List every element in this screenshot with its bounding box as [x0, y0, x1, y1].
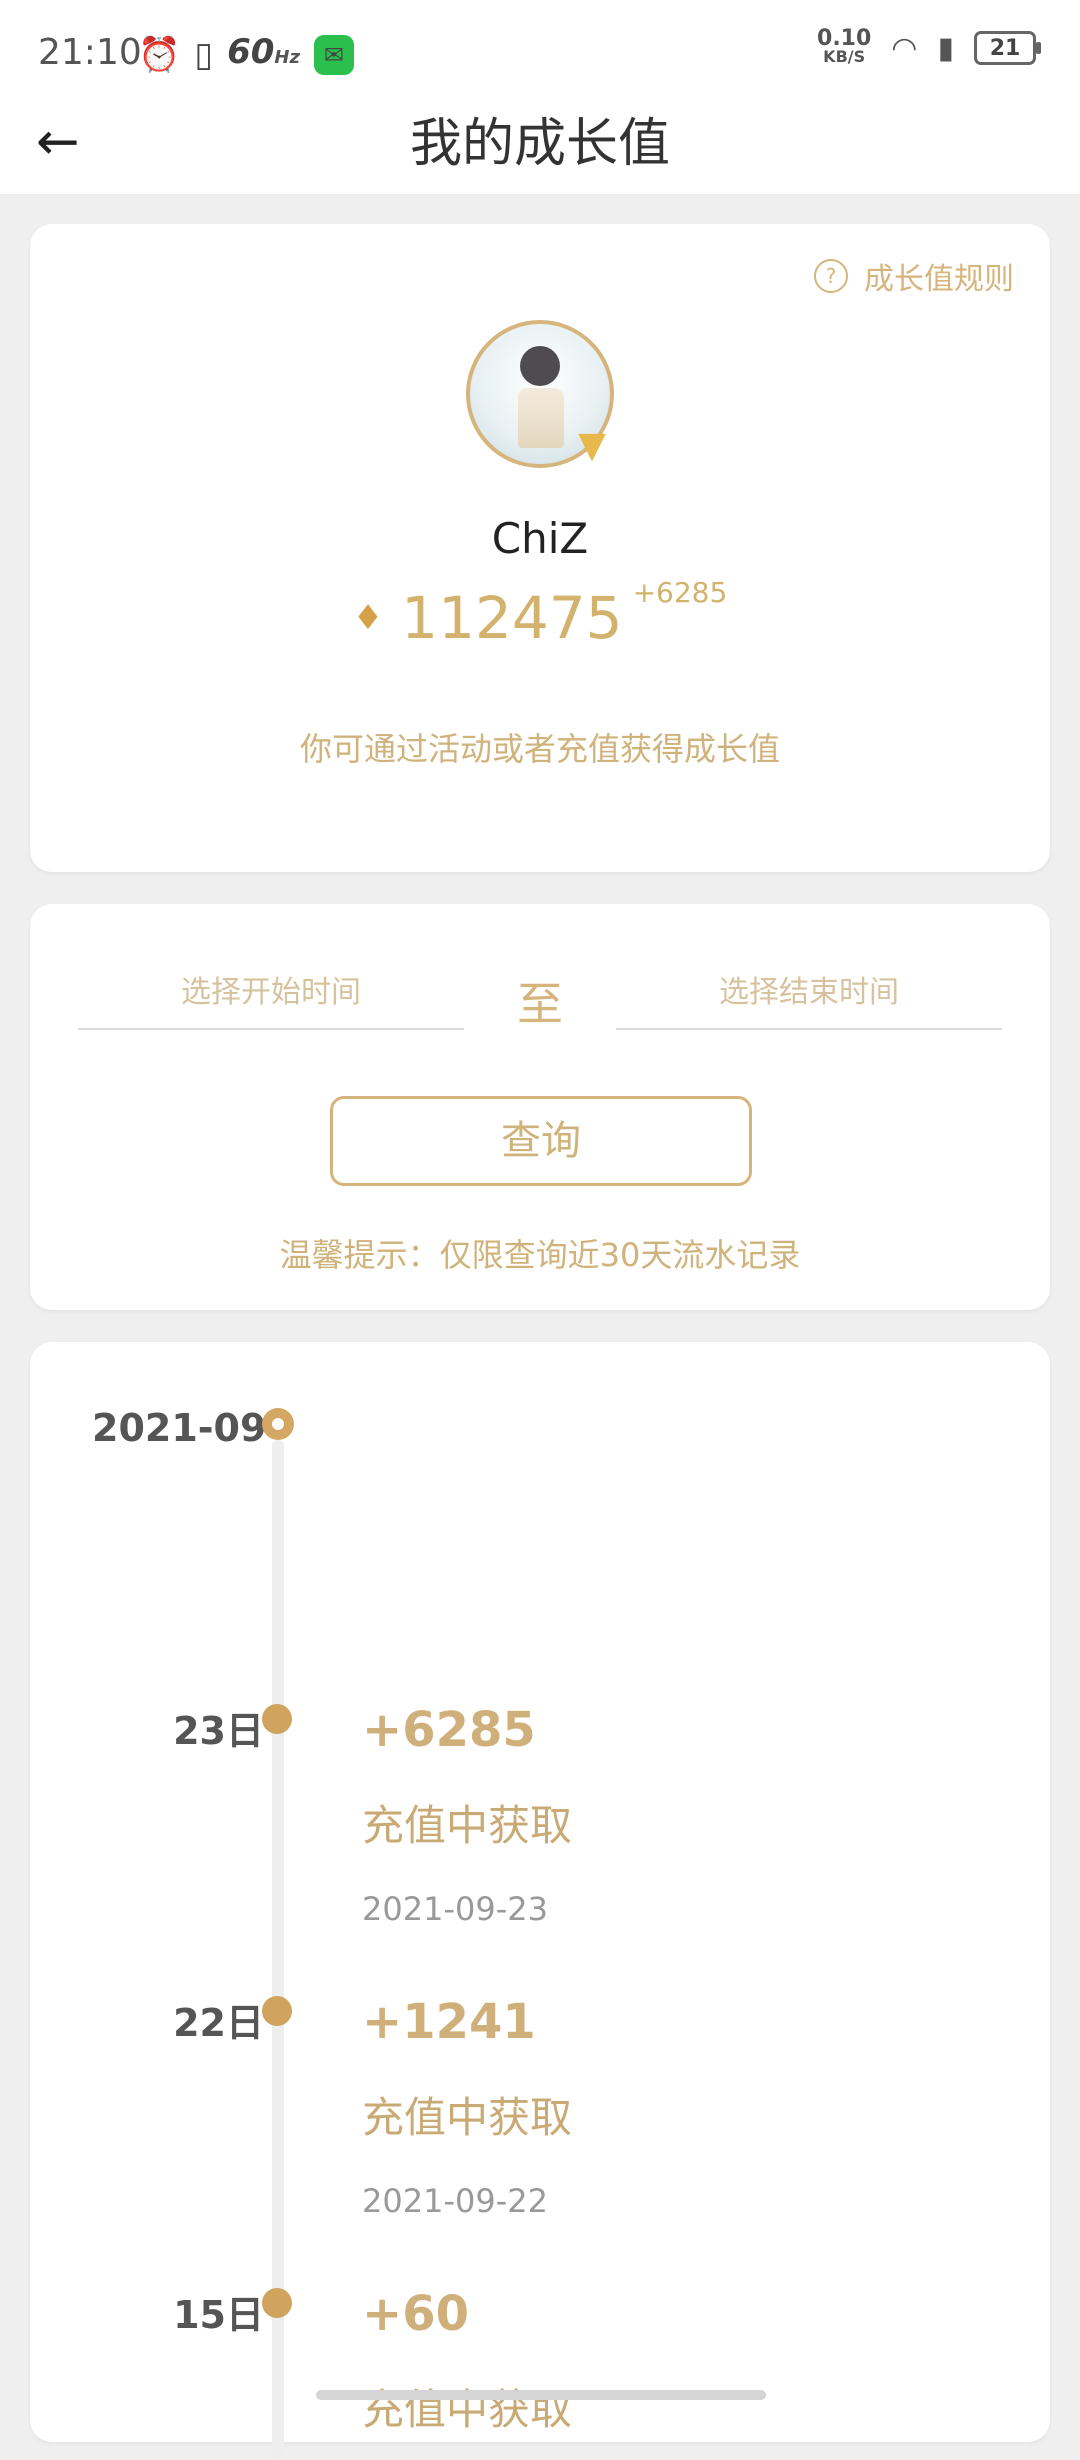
entry-source: 充值中获取: [362, 1801, 573, 1850]
status-icons-right: 0.10 KB/S ◠ ▮ 21: [817, 26, 1041, 66]
wechat-icon: ✉: [313, 35, 354, 75]
growth-hint: 你可通过活动或者充值获得成长值: [299, 730, 780, 768]
status-time: 21:10: [38, 32, 142, 73]
to-label: 至: [517, 977, 563, 1031]
network-speed: 0.10 KB/S: [817, 26, 872, 66]
entry-date: 2021-09-23: [362, 1890, 548, 1928]
top-bar: 21:10 ⏰ ▯ 60Hz ✉ 0.10 KB/S ◠ ▮ 21 ← 我的成长…: [0, 0, 1080, 194]
query-tip: 温馨提示：仅限查询近30天流水记录: [279, 1236, 801, 1274]
query-card: 选择开始时间 至 选择结束时间 查询 温馨提示：仅限查询近30天流水记录: [30, 904, 1050, 1310]
timeline-month: 2021-09: [92, 1406, 267, 1450]
timeline-month-dot: [262, 1408, 294, 1440]
profile-card: ? 成长值规则 ▼ ChiZ ♦ 112475 +6285 你可通过活动或者充值获得…: [30, 224, 1050, 872]
vibrate-icon: ▯: [194, 35, 214, 75]
start-date-field[interactable]: 选择开始时间: [78, 958, 464, 1030]
refresh-rate-value: 60: [227, 32, 275, 72]
status-bar: 21:10 ⏰ ▯ 60Hz ✉ 0.10 KB/S ◠ ▮ 21: [0, 0, 1080, 100]
timeline-card: 2021-09 23日 +6285 充值中获取 2021-09-23 22日 +…: [30, 1342, 1050, 2460]
question-icon: ?: [814, 259, 848, 293]
avatar-character: [518, 346, 564, 448]
growth-value: 112475: [401, 584, 623, 652]
query-button[interactable]: 查询: [330, 1096, 752, 1186]
status-icons-left: ⏰ ▯ 60Hz ✉: [138, 32, 354, 78]
entry-day: 22日: [173, 2001, 264, 2045]
header: ← 我的成长值: [0, 92, 1080, 192]
refresh-rate-unit: Hz: [274, 47, 300, 68]
wifi-icon: ◠: [891, 30, 918, 66]
battery-level: 21: [989, 35, 1021, 61]
growth-rules-label: 成长值规则: [864, 262, 1014, 297]
growth-value-row: ♦ 112475 +6285: [30, 576, 1050, 652]
entry-amount: +1241: [362, 1994, 536, 2050]
entry-day: 15日: [173, 2293, 264, 2337]
entry-date: 2021-09-22: [362, 2182, 548, 2220]
timeline-dot: [262, 2288, 292, 2318]
diamond-icon: ♦: [352, 598, 384, 638]
growth-rules-link[interactable]: ? 成长值规则: [814, 254, 1014, 298]
avatar[interactable]: ▼: [466, 320, 614, 468]
battery-icon: 21: [974, 31, 1041, 65]
entry-source: 充值中获取: [362, 2385, 573, 2434]
timeline-dot: [262, 1704, 292, 1734]
network-speed-unit: KB/S: [823, 47, 866, 66]
entry-amount: +60: [362, 2286, 470, 2342]
vip-badge-icon: ▼: [578, 425, 606, 466]
refresh-rate: 60Hz: [227, 32, 300, 78]
signal-icon: ▮: [937, 30, 954, 66]
scroll-indicator[interactable]: [316, 2390, 766, 2400]
end-date-field[interactable]: 选择结束时间: [616, 958, 1002, 1030]
timeline-dot: [262, 1996, 292, 2026]
growth-delta: +6285: [632, 576, 728, 609]
network-speed-value: 0.10: [817, 26, 872, 51]
entry-amount: +6285: [362, 1702, 536, 1758]
entry-day: 23日: [173, 1709, 264, 1753]
entry-source: 充值中获取: [362, 2093, 573, 2142]
alarm-icon: ⏰: [138, 35, 181, 75]
page-title: 我的成长值: [409, 114, 670, 174]
username: ChiZ: [491, 514, 589, 563]
